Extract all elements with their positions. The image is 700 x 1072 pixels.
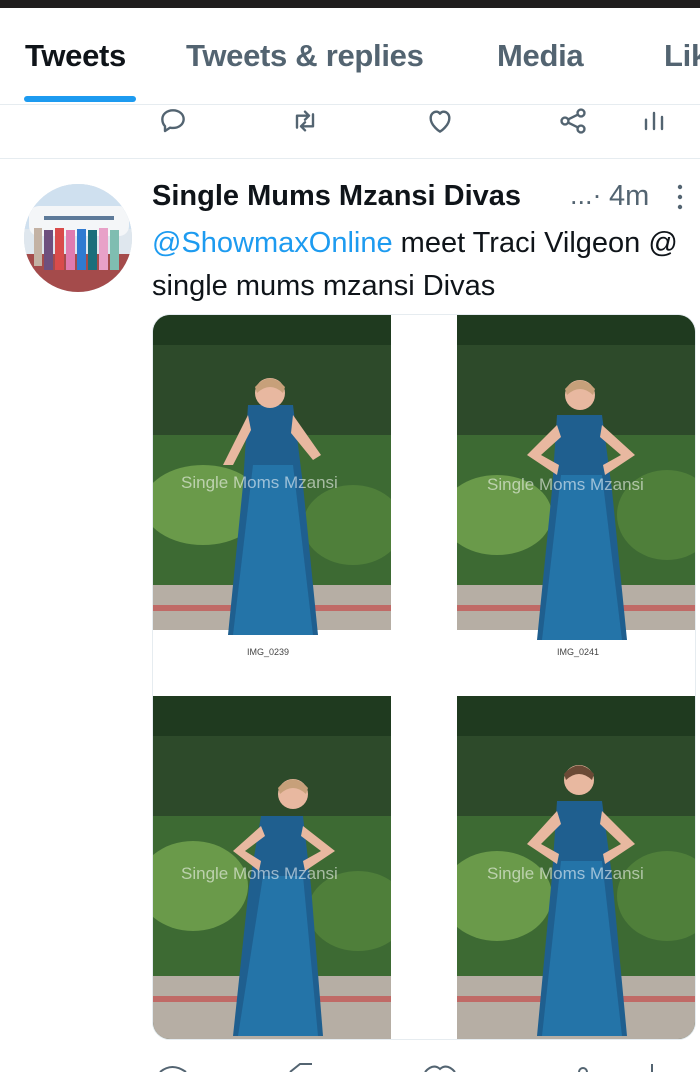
analytics-icon[interactable] (636, 104, 672, 138)
photo-caption: IMG_0241 (557, 647, 600, 657)
tweet-text: @ShowmaxOnline meet Traci Vilgeon @ sing… (152, 222, 692, 308)
tweet-author-line: Single Mums Mzansi Divas ...· 4m (152, 180, 662, 216)
photo-watermark: Single Moms Mzansi (181, 473, 338, 492)
photo-watermark: Single Moms Mzansi (487, 475, 644, 494)
profile-tabs: Tweets Tweets & replies Media Lik (0, 8, 700, 105)
tab-tweets-replies[interactable]: Tweets & replies (186, 38, 424, 74)
name-ellipsis: ...· (570, 180, 602, 210)
tweet-timestamp[interactable]: 4m (609, 180, 649, 213)
photo-caption: IMG_0239 (247, 647, 290, 657)
tweet-photo-3[interactable]: Single Moms Mzansi (153, 696, 391, 1039)
tab-media[interactable]: Media (497, 38, 584, 74)
photo-watermark: Single Moms Mzansi (181, 864, 338, 883)
mention-link[interactable]: @ShowmaxOnline (152, 227, 393, 259)
active-tab-indicator (24, 96, 136, 102)
more-options-icon[interactable] (672, 182, 688, 212)
tab-tweets[interactable]: Tweets (25, 38, 126, 74)
author-avatar[interactable] (24, 184, 132, 292)
previous-tweet-actions (0, 104, 700, 144)
retweet-icon[interactable] (287, 104, 323, 138)
tweet-photo-4[interactable]: Single Moms Mzansi (457, 696, 695, 1039)
share-icon[interactable] (555, 104, 591, 138)
tweet-media-grid: Single Moms Mzansi IMG_0239 Single Moms … (152, 314, 696, 1040)
tweet-photo-1[interactable]: Single Moms Mzansi IMG_0239 (153, 315, 391, 660)
tweet-divider (0, 158, 700, 159)
tweet-photo-2[interactable]: Single Moms Mzansi IMG_0241 (457, 315, 695, 660)
photo-watermark: Single Moms Mzansi (487, 864, 644, 883)
status-bar (0, 0, 700, 8)
author-name[interactable]: Single Mums Mzansi Divas (152, 180, 521, 213)
like-icon[interactable] (422, 104, 458, 138)
reply-icon[interactable] (155, 104, 191, 138)
tweet-actions-partial (0, 1058, 700, 1072)
tab-likes[interactable]: Lik (664, 38, 700, 74)
